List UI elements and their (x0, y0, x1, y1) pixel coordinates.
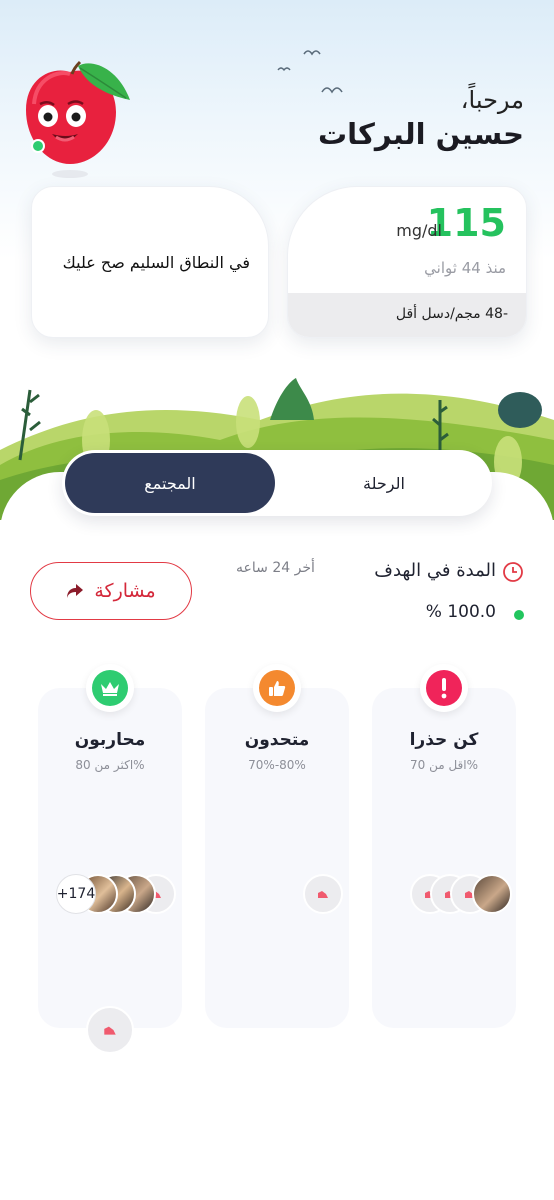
more-members-count[interactable]: +174 (56, 874, 96, 914)
apple-mascot-icon (26, 60, 130, 178)
group-card-careful[interactable]: كن حذرا اقل من 70% (372, 664, 516, 1028)
status-message-card[interactable]: في النطاق السليم صح عليك (31, 186, 269, 338)
group-title: محاربون (74, 730, 146, 750)
share-button[interactable]: مشاركة (30, 562, 192, 620)
time-in-target-period: أخر 24 ساعه (236, 560, 315, 576)
tab-journey[interactable]: الرحلة (279, 453, 489, 513)
greeting-block: مرحباً، حسين البركات (318, 86, 524, 152)
alert-icon (426, 670, 462, 706)
user-name: حسين البركات (317, 117, 524, 151)
share-icon (67, 584, 84, 598)
status-message: في النطاق السليم صح عليك (62, 253, 250, 272)
heart-hand-icon (104, 1026, 116, 1035)
heart-hand-icon (318, 891, 328, 898)
badge-wrapper (86, 664, 134, 712)
group-range: اقل من 70% (409, 758, 479, 772)
time-in-target-label: المدة في الهدف (374, 560, 496, 581)
time-in-target-value: % 100.0 (425, 602, 496, 622)
reading-time-ago: منذ 44 ثواني (424, 259, 506, 277)
badge-wrapper (420, 664, 468, 712)
group-card-warriors[interactable]: محاربون اكثر من 80% +174 (38, 664, 182, 1028)
group-title: متحدون (244, 730, 310, 750)
thumbs-up-icon (259, 670, 295, 706)
member-avatar[interactable] (303, 874, 343, 914)
glucose-change-text: -48 مجم/دسل أقل (395, 306, 508, 322)
crown-icon (92, 670, 128, 706)
group-range: 70%-80% (248, 758, 306, 772)
member-photo-avatar[interactable] (472, 874, 512, 914)
group-title: كن حذرا (409, 730, 479, 750)
badge-wrapper (253, 664, 301, 712)
tab-community[interactable]: المجتمع (65, 453, 275, 513)
group-range: اكثر من 80% (75, 758, 145, 772)
clock-icon (503, 562, 523, 582)
tab-switcher: المجتمع الرحلة (62, 450, 492, 516)
greeting-text: مرحباً، (460, 86, 524, 114)
glucose-reading-card[interactable]: 115 mg/dl منذ 44 ثواني -48 مجم/دسل أقل (287, 186, 527, 338)
in-target-dot-icon (514, 610, 524, 620)
share-label: مشاركة (94, 580, 156, 602)
community-screen: مرحباً، حسين البركات 115 mg/dl منذ 44 ثو… (0, 0, 554, 1200)
glucose-unit: mg/dl (396, 221, 442, 240)
group-card-united[interactable]: متحدون 70%-80% (205, 664, 349, 1028)
member-avatar[interactable] (86, 1006, 134, 1054)
glucose-change-bar: -48 مجم/دسل أقل (288, 293, 526, 337)
